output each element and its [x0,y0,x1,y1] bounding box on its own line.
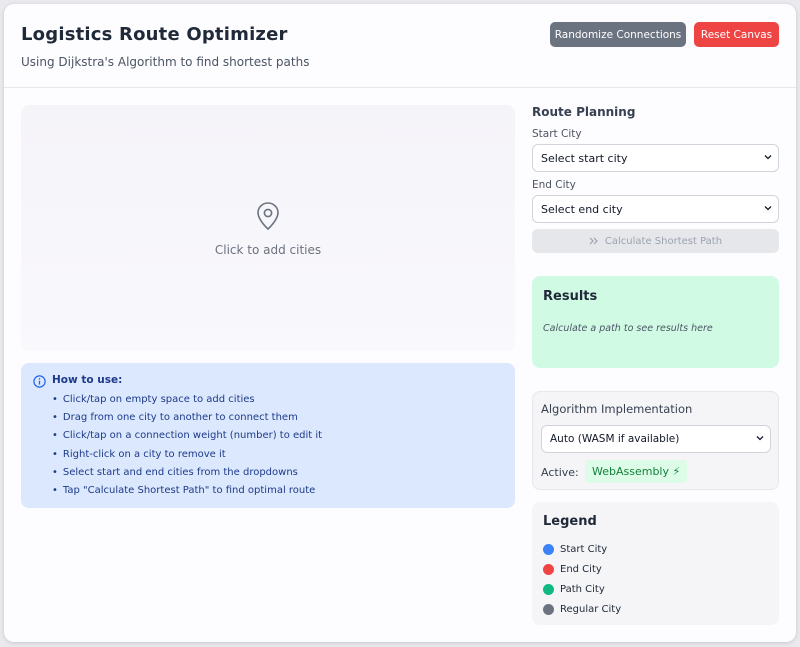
results-title: Results [543,289,598,304]
legend-label: End City [560,563,602,575]
legend-panel: Legend Start City End City Path City Reg… [532,502,779,625]
start-city-value: Select start city [541,151,628,165]
legend-item-end-city: End City [543,562,602,576]
reset-canvas-button[interactable]: Reset Canvas [694,22,779,47]
how-to-use-list: Click/tap on empty space to add cities D… [52,391,322,500]
end-city-value: Select end city [541,202,623,216]
list-item: Select start and end cities from the dro… [52,464,322,482]
start-city-dot [543,543,554,555]
legend-item-start-city: Start City [543,542,607,556]
list-item: Tap "Calculate Shortest Path" to find op… [52,482,322,500]
calculate-label: Calculate Shortest Path [604,235,723,247]
route-canvas[interactable]: Click to add cities [21,105,515,351]
legend-label: Regular City [560,603,622,615]
randomize-connections-button[interactable]: Randomize Connections [550,22,686,47]
legend-title: Legend [543,514,597,529]
route-planning-title: Route Planning [532,105,636,119]
info-icon [33,375,46,388]
how-to-use-heading: How to use: [52,374,123,386]
algorithm-select-value: Auto (WASM if available) [550,433,680,445]
active-label: Active: [541,466,579,479]
active-implementation-badge: WebAssembly ⚡ [585,460,688,483]
legend-item-path-city: Path City [543,582,605,596]
list-item: Drag from one city to another to connect… [52,409,322,427]
map-pin-icon [257,202,279,231]
calculate-shortest-path-button[interactable]: Calculate Shortest Path [532,229,779,253]
end-city-label: End City [532,179,576,191]
legend-item-regular-city: Regular City [543,602,621,616]
chevron-down-icon [756,436,764,441]
regular-city-dot [543,603,554,615]
results-panel: Results Calculate a path to see results … [532,276,779,368]
algorithm-title: Algorithm Implementation [541,402,693,416]
algorithm-panel: Algorithm Implementation Auto (WASM if a… [532,391,779,490]
list-item: Click/tap on empty space to add cities [52,391,322,409]
page-subtitle: Using Dijkstra's Algorithm to find short… [21,55,310,69]
page-title: Logistics Route Optimizer [21,24,288,45]
path-city-dot [543,583,554,595]
start-city-label: Start City [532,128,582,140]
how-to-use-panel: How to use: Click/tap on empty space to … [21,363,515,508]
algorithm-select[interactable]: Auto (WASM if available) [541,425,771,453]
results-placeholder: Calculate a path to see results here [543,323,713,334]
legend-label: Path City [560,583,605,595]
end-city-select[interactable]: Select end city [532,195,779,223]
header: Logistics Route Optimizer Using Dijkstra… [4,4,796,88]
canvas-hint: Click to add cities [214,243,322,257]
double-chevron-right-icon [589,237,598,245]
app-window: Logistics Route Optimizer Using Dijkstra… [4,4,796,642]
list-item: Right-click on a city to remove it [52,446,322,464]
chevron-down-icon [764,206,772,211]
chevron-down-icon [764,155,772,160]
legend-label: Start City [560,543,608,555]
start-city-select[interactable]: Select start city [532,144,779,172]
list-item: Click/tap on a connection weight (number… [52,427,322,445]
end-city-dot [543,563,554,575]
